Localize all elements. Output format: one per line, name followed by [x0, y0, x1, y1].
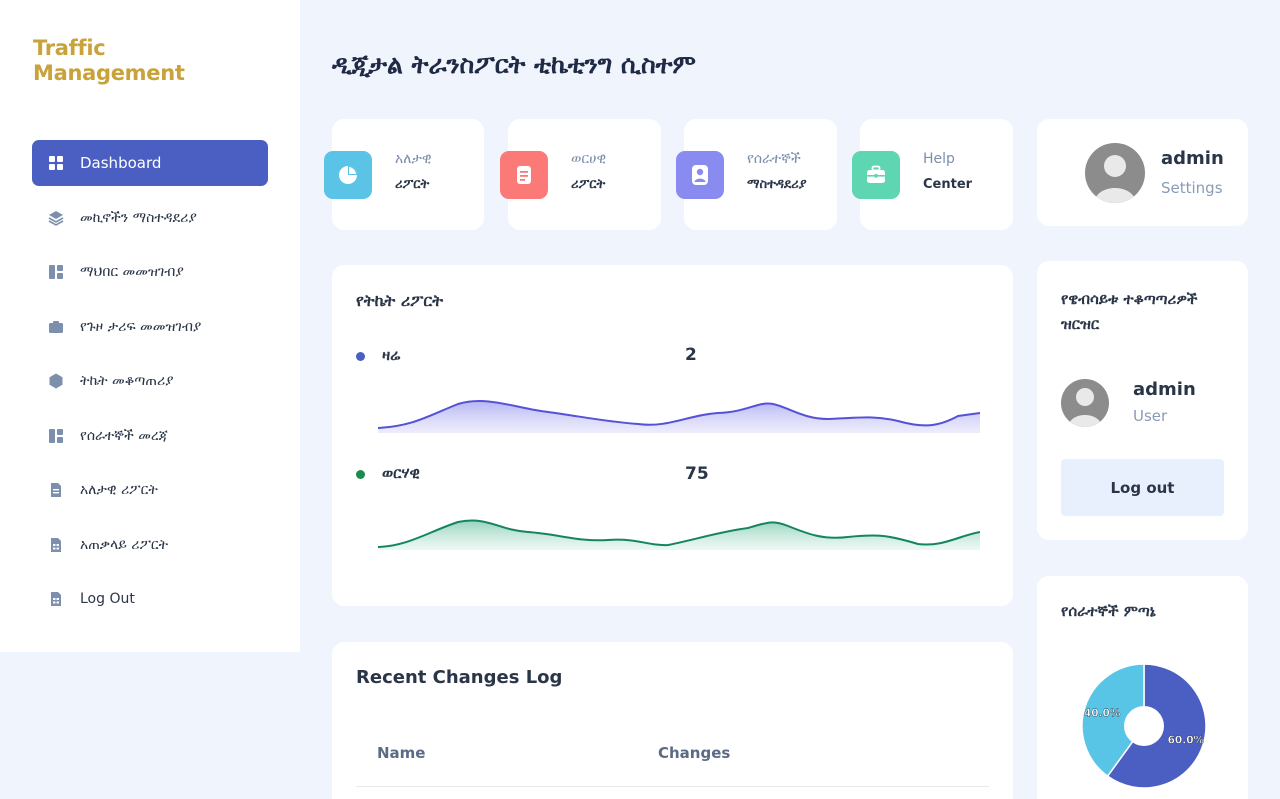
- folder-icon: [48, 319, 64, 335]
- tile-title: አለታዊ: [395, 151, 432, 167]
- sidebar-item-staff[interactable]: የሰራተኞች መረጃ: [32, 413, 268, 459]
- document-icon: [500, 151, 548, 199]
- logout-button[interactable]: Log out: [1061, 459, 1224, 516]
- sidebar-item-label: መኪኖችን ማስተዳደሪያ: [80, 209, 197, 226]
- staff-ratio-card: የሰራተኞች ምጣኔ 60.0% 40.0%: [1037, 576, 1248, 799]
- sidebar-item-label: Log Out: [80, 591, 135, 607]
- today-sparkline: [378, 400, 980, 433]
- tile-staff-management[interactable]: የሰራተኞች ማስተዳደሪያ: [676, 119, 837, 230]
- sidebar-item-daily-report[interactable]: አለታዊ ሪፖርት: [32, 467, 268, 513]
- page-title: ዲጂታል ትራንስፖርት ቲኬቲንግ ሲስተም: [332, 50, 696, 79]
- today-label: ዛሬ: [382, 346, 401, 364]
- tile-title: ወርሀዊ: [571, 151, 607, 167]
- tile-title: Help: [923, 151, 955, 167]
- column-header-name[interactable]: Name: [377, 744, 425, 762]
- sidebar-item-label: አለታዊ ሪፖርት: [80, 482, 158, 498]
- tile-daily-report[interactable]: አለታዊ ሪፖርት: [324, 119, 484, 230]
- ticket-report-title: የትኬት ሪፖርት: [356, 291, 444, 310]
- table-divider: [356, 786, 989, 787]
- profile-card: admin Settings: [1037, 119, 1248, 226]
- pie-center-hole: [1124, 706, 1164, 746]
- layout-icon: [48, 264, 64, 280]
- recent-changes-card: Recent Changes Log Name Changes: [332, 642, 1013, 799]
- month-sparkline: [378, 519, 980, 550]
- sidebar-item-label: አጠቃላይ ሪፖርት: [80, 536, 169, 553]
- column-header-changes[interactable]: Changes: [658, 744, 730, 762]
- sidebar-item-logout[interactable]: Log Out: [32, 576, 268, 622]
- sidebar-item-label: ማህበር መመዝገብያ: [80, 264, 184, 280]
- sidebar-item-label: የጉዞ ታሪፍ መመዝገብያ: [80, 318, 202, 335]
- month-legend-dot: [356, 470, 365, 479]
- avatar[interactable]: [1061, 379, 1109, 427]
- month-label: ወርሃዊ: [382, 464, 420, 482]
- pie-label-0: 60.0%: [1168, 735, 1205, 747]
- user-icon: [676, 151, 724, 199]
- sidebar-nav: Dashboard መኪኖችን ማስተዳደሪያ ማህበር መመዝገብያ የጉዞ …: [32, 140, 268, 631]
- sidebar-item-dashboard[interactable]: Dashboard: [32, 140, 268, 186]
- sidebar-item-label: Dashboard: [80, 154, 162, 172]
- brand-line-2: Management: [33, 61, 185, 85]
- sidebar-item-association[interactable]: ማህበር መመዝገብያ: [32, 249, 268, 295]
- sidebar-item-vehicles[interactable]: መኪኖችን ማስተዳደሪያ: [32, 195, 268, 241]
- table-icon: [48, 591, 64, 607]
- monitors-title-line-1: የዌብሳይቱ ተቆጣጣሪዎች: [1061, 290, 1198, 308]
- recent-changes-title: Recent Changes Log: [356, 667, 563, 688]
- monitor-user-name: admin: [1133, 379, 1196, 400]
- ticket-report-card: የትኬት ሪፖርት ዛሬ 2 ወርሃዊ 75: [332, 265, 1013, 606]
- tile-subtitle: ሪፖርት: [395, 177, 430, 192]
- settings-link[interactable]: Settings: [1161, 179, 1223, 197]
- monitors-title: የዌብሳይቱ ተቆጣጣሪዎች ዝርዝር: [1061, 287, 1198, 337]
- avatar[interactable]: [1085, 143, 1145, 203]
- brand-logo[interactable]: Traffic Management: [33, 36, 185, 86]
- tile-subtitle: Center: [923, 177, 973, 192]
- table-icon: [48, 537, 64, 553]
- sidebar-item-tariff[interactable]: የጉዞ ታሪፍ መመዝገብያ: [32, 304, 268, 350]
- grid-icon: [48, 155, 64, 171]
- sidebar-item-general-report[interactable]: አጠቃላይ ሪፖርት: [32, 522, 268, 568]
- briefcase-icon: [852, 151, 900, 199]
- profile-name: admin: [1161, 148, 1224, 169]
- sidebar-item-label: የሰራተኞች መረጃ: [80, 427, 168, 444]
- sidebar-item-label: ትኬት መቆጣጠሪያ: [80, 373, 174, 389]
- layout-icon: [48, 428, 64, 444]
- staff-ratio-pie-chart: 60.0% 40.0%: [1081, 663, 1207, 789]
- brand-line-1: Traffic: [33, 36, 106, 60]
- pie-chart-icon: [324, 151, 372, 199]
- pie-label-1: 40.0%: [1084, 707, 1121, 719]
- today-value: 2: [685, 345, 697, 365]
- today-legend-dot: [356, 352, 365, 361]
- monitors-card: የዌብሳይቱ ተቆጣጣሪዎች ዝርዝር admin User Log out: [1037, 261, 1248, 540]
- staff-ratio-title: የሰራተኞች ምጣኔ: [1061, 602, 1156, 620]
- tile-subtitle: ሪፖርት: [571, 177, 606, 192]
- tile-monthly-report[interactable]: ወርሀዊ ሪፖርት: [500, 119, 661, 230]
- tile-subtitle: ማስተዳደሪያ: [747, 177, 807, 192]
- tile-title: የሰራተኞች: [747, 151, 801, 167]
- monitors-title-line-2: ዝርዝር: [1061, 315, 1100, 333]
- sidebar-item-tickets[interactable]: ትኬት መቆጣጠሪያ: [32, 358, 268, 404]
- sidebar: Traffic Management Dashboard መኪኖችን ማስተዳደ…: [0, 0, 300, 652]
- month-value: 75: [685, 464, 709, 484]
- monitor-user-role: User: [1133, 407, 1168, 425]
- file-icon: [48, 482, 64, 498]
- layers-icon: [48, 210, 64, 226]
- tile-help-center[interactable]: Help Center: [852, 119, 1013, 230]
- hexagon-icon: [48, 373, 64, 389]
